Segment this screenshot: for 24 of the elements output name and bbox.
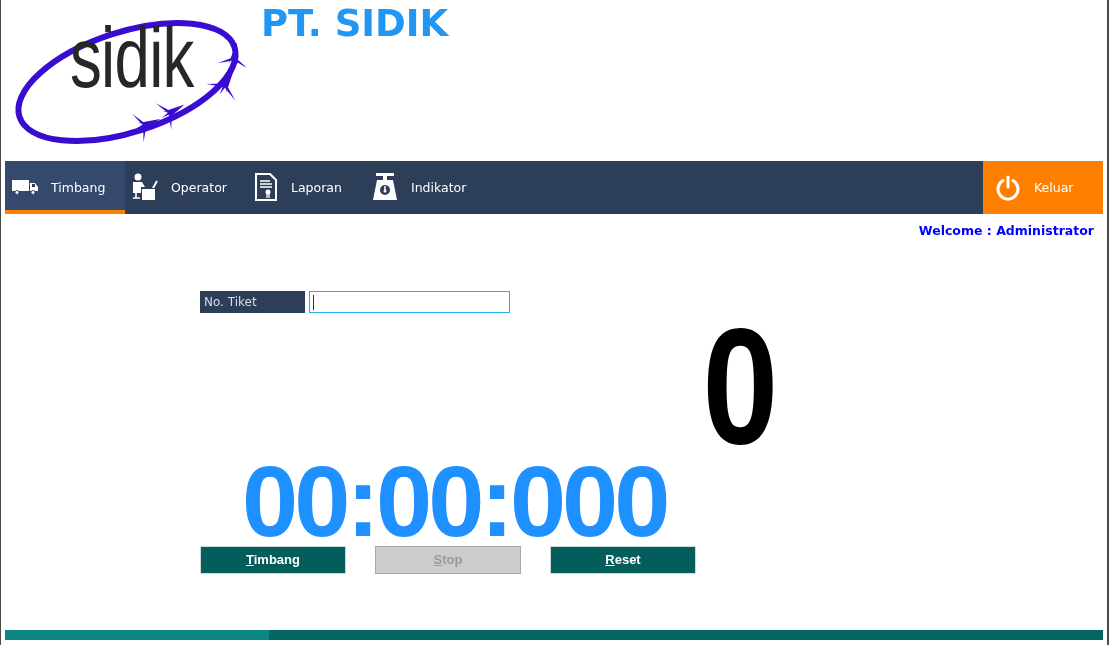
document-icon (255, 173, 277, 201)
nav-tab[interactable]: Laporan (245, 161, 365, 214)
person-at-desk-icon (132, 173, 158, 201)
nav-tab-label: Indikator (411, 179, 467, 195)
truck-icon (12, 179, 38, 195)
nav-tab-label: Timbang (51, 179, 106, 195)
text-cursor-icon (313, 295, 314, 310)
nav-tab-label: Laporan (291, 179, 342, 195)
timer-display: 00:00:000 (242, 464, 667, 540)
ticket-label: No. Tiket (200, 291, 305, 313)
power-icon (995, 174, 1021, 201)
nav-tab[interactable]: Timbang (5, 161, 125, 214)
welcome-text: Welcome : Administrator (918, 223, 1094, 238)
logout-label: Keluar (1034, 180, 1074, 195)
nav-tab[interactable]: Indikator (365, 161, 485, 214)
company-name: PT. SIDIK (261, 4, 449, 45)
nav-tab-label: Operator (171, 179, 227, 195)
weighing-scale-icon (372, 173, 398, 201)
action-button[interactable]: Timbang (200, 545, 346, 574)
ticket-input-field[interactable] (309, 291, 510, 313)
logo-text: sidik (70, 14, 194, 100)
nav-tab[interactable]: Operator (125, 161, 245, 214)
action-button[interactable]: Reset (550, 545, 696, 574)
counter-digit: 0 (702, 324, 778, 448)
